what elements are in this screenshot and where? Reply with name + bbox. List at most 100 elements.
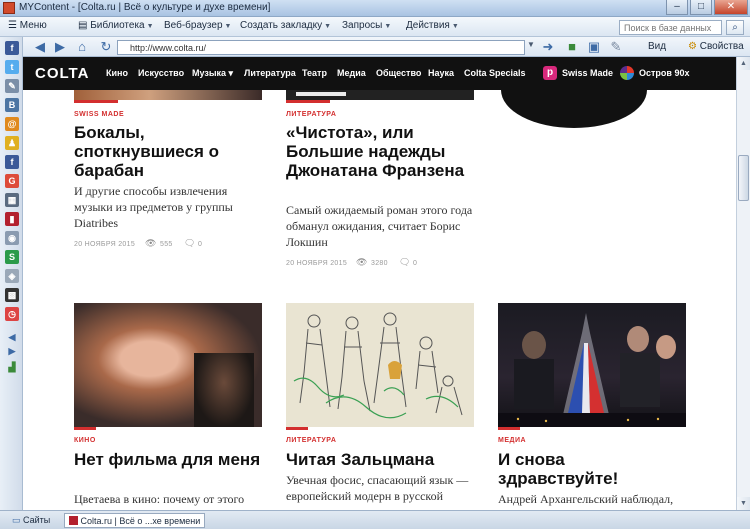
- nav-link-media[interactable]: Медиа: [337, 68, 366, 78]
- menu-actions[interactable]: Действия ▼: [406, 20, 459, 31]
- menu-library[interactable]: ▤ Библиотека ▼: [78, 20, 154, 31]
- article-image-kino[interactable]: [74, 303, 262, 427]
- article-kicker[interactable]: SWISS MADE: [74, 111, 124, 118]
- view-menu[interactable]: Вид: [648, 41, 666, 52]
- maximize-button[interactable]: □: [690, 0, 712, 15]
- article-image-literature-drawing[interactable]: [286, 303, 474, 427]
- article-lead: Увечная фосис, спасающий язык — европейс…: [286, 473, 469, 503]
- refresh-icon[interactable]: ↻: [98, 39, 114, 55]
- alarm-icon[interactable]: ◷: [5, 307, 19, 321]
- article-kicker[interactable]: КИНО: [74, 437, 96, 444]
- close-button[interactable]: ✕: [714, 0, 748, 15]
- promo-circle-image[interactable]: [501, 90, 647, 128]
- article-image-literature[interactable]: [286, 90, 474, 100]
- article-lead: И другие способы извлечения музыки из пр…: [74, 184, 233, 230]
- back-icon[interactable]: ◀: [32, 39, 48, 55]
- attachment-icon[interactable]: ✎: [5, 79, 19, 93]
- sites-icon: ▭: [12, 515, 21, 525]
- forward-icon[interactable]: ▶: [52, 39, 68, 55]
- comment-icon[interactable]: 🗨: [399, 257, 410, 268]
- properties-icon: ⚙: [688, 41, 697, 52]
- delicious-icon[interactable]: ▦: [5, 193, 19, 207]
- tab-colta[interactable]: Colta.ru | Всё о ...хе времени: [64, 513, 206, 528]
- app-icon: [3, 2, 15, 14]
- address-bar[interactable]: [117, 40, 525, 55]
- site-navigation: COLTA Кино Искусство Музыка ▾ Литература…: [23, 57, 736, 90]
- scroll-thumb[interactable]: [738, 155, 749, 201]
- article-kicker[interactable]: ЛИТЕРАТУРА: [286, 437, 336, 444]
- swiss-made-badge-icon: p: [543, 66, 557, 80]
- article-comments[interactable]: 0: [198, 241, 202, 248]
- views-eye-icon: 👁: [356, 257, 368, 267]
- accent-bar: [74, 427, 96, 430]
- article-image-swiss-made[interactable]: [74, 90, 262, 100]
- left-sidebar: f t ✎ B @ ♟ f G ▦ ▮ ◉ S ◈ ▩ ◷ ◀ ▶ ▟: [0, 37, 23, 510]
- scroll-down-icon[interactable]: ▼: [737, 497, 750, 510]
- odnoklassniki-icon[interactable]: ♟: [5, 136, 19, 150]
- comment-icon[interactable]: 🗨: [184, 238, 195, 249]
- search-button[interactable]: ⌕: [726, 20, 744, 35]
- nav-link-theatre[interactable]: Театр: [302, 68, 327, 78]
- window-title: MYContent - [Colta.ru | Всё о культуре и…: [19, 2, 271, 13]
- bottom-tabbar: ▭ Сайты Colta.ru | Всё о ...хе времени: [0, 510, 750, 529]
- save-page-icon[interactable]: ■: [564, 39, 580, 55]
- article-lead: Андрей Архангельский наблюдал,: [498, 492, 674, 506]
- article-lead: Самый ожидаемый роман этого года обманул…: [286, 203, 473, 249]
- menu-main[interactable]: ☰ Меню: [8, 20, 47, 31]
- go-icon[interactable]: ➜: [540, 39, 556, 55]
- article-date: 20 НОЯБРЯ 2015: [286, 260, 348, 267]
- stumbleupon-icon[interactable]: S: [5, 250, 19, 264]
- article-image-media[interactable]: [498, 303, 686, 427]
- stats-icon[interactable]: ▟: [5, 360, 19, 374]
- home-icon[interactable]: ⌂: [74, 39, 90, 55]
- menu-browser[interactable]: Веб-браузер ▼: [164, 20, 231, 31]
- twitter-icon[interactable]: t: [5, 60, 19, 74]
- article-kicker[interactable]: МЕДИА: [498, 437, 526, 444]
- favicon-icon: [69, 516, 78, 525]
- nav-link-colta-specials[interactable]: Colta Specials: [464, 68, 526, 78]
- nav-link-literature[interactable]: Литература: [244, 68, 296, 78]
- database-search-input[interactable]: [619, 20, 722, 35]
- facebook-share-icon[interactable]: f: [5, 155, 19, 169]
- google-icon[interactable]: G: [5, 174, 19, 188]
- menu-grid-icon: ☰: [8, 20, 17, 31]
- nav-link-island-90s[interactable]: Остров 90х: [639, 68, 689, 78]
- article-views: 3280: [371, 260, 388, 267]
- tools-icon[interactable]: ✎: [608, 39, 624, 55]
- minimize-button[interactable]: –: [666, 0, 688, 15]
- qr-code-icon[interactable]: ▩: [5, 288, 19, 302]
- article-headline[interactable]: Читая Зальцмана: [286, 450, 474, 469]
- window-icon[interactable]: ▣: [586, 39, 602, 55]
- address-dropdown-icon[interactable]: ▼: [527, 40, 535, 49]
- facebook-icon[interactable]: f: [5, 41, 19, 55]
- nav-link-society[interactable]: Общество: [376, 68, 421, 78]
- tab-sites[interactable]: ▭ Сайты: [8, 513, 54, 528]
- article-headline[interactable]: «Чистота», или Большие надежды Джонатана…: [286, 123, 474, 180]
- colta-logo[interactable]: COLTA: [35, 65, 89, 82]
- nav-link-science[interactable]: Наука: [428, 68, 454, 78]
- menu-queries[interactable]: Запросы ▼: [342, 20, 391, 31]
- arrow-left-icon[interactable]: ◀: [5, 330, 19, 344]
- vertical-scrollbar[interactable]: ▲ ▼: [736, 57, 750, 510]
- nav-link-swiss-made[interactable]: Swiss Made: [562, 68, 613, 78]
- bookmark-icon[interactable]: ▮: [5, 212, 19, 226]
- article-kicker[interactable]: ЛИТЕРАТУРА: [286, 111, 336, 118]
- article-headline[interactable]: Нет фильма для меня: [74, 450, 262, 469]
- nav-link-art[interactable]: Искусство: [138, 68, 184, 78]
- mail-icon[interactable]: @: [5, 117, 19, 131]
- article-headline[interactable]: Бокалы, споткнувшиеся о барабан: [74, 123, 259, 180]
- accent-bar: [74, 100, 118, 103]
- window-titlebar: MYContent - [Colta.ru | Всё о культуре и…: [0, 0, 750, 17]
- nav-link-music[interactable]: Музыка ▾: [192, 68, 233, 79]
- article-headline[interactable]: И снова здравствуйте!: [498, 450, 686, 488]
- vk-icon[interactable]: B: [5, 98, 19, 112]
- scroll-up-icon[interactable]: ▲: [737, 57, 750, 70]
- article-comments[interactable]: 0: [413, 260, 417, 267]
- reddit-icon[interactable]: ◉: [5, 231, 19, 245]
- properties-menu[interactable]: ⚙ Свойства: [688, 41, 744, 52]
- nav-link-kino[interactable]: Кино: [106, 68, 128, 78]
- digg-icon[interactable]: ◈: [5, 269, 19, 283]
- menubar: ☰ Меню ▤ Библиотека ▼ Веб-браузер ▼ Создат…: [0, 17, 750, 37]
- arrow-right-icon[interactable]: ▶: [5, 344, 19, 358]
- menu-bookmark[interactable]: Создать закладку ▼: [240, 20, 331, 31]
